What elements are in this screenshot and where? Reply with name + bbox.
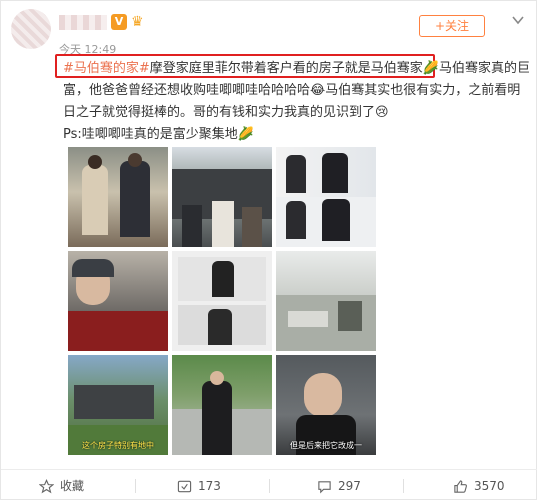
post-text: #马伯骞的家#摩登家庭里菲尔带着客户看的房子就是马伯骞家🌽马伯骞家真的巨富，他爸…	[63, 58, 533, 146]
divider	[403, 479, 404, 493]
photo-caption: 这个房子特别有地中	[82, 441, 154, 450]
comment-icon	[318, 480, 331, 493]
post-text-line1: 摩登家庭里菲尔带着客户看的房子就是马伯骞家	[149, 61, 423, 76]
thumbs-up-icon	[454, 479, 467, 493]
photo-caption: 但是后来把它改成一	[290, 441, 362, 450]
username-mosaic[interactable]	[59, 15, 107, 30]
repost-count: 173	[198, 479, 221, 493]
divider	[135, 479, 136, 493]
follow-button[interactable]: +关注	[419, 15, 485, 37]
favorite-label: 收藏	[60, 479, 85, 493]
photo-thumbnail[interactable]	[276, 147, 376, 247]
vip-badge-icon: V	[111, 14, 127, 30]
topic-link[interactable]: #马伯骞的家#	[63, 61, 150, 76]
photo-thumbnail[interactable]	[68, 251, 168, 351]
photo-thumbnail[interactable]	[172, 147, 272, 247]
photo-thumbnail[interactable]: 但是后来把它改成一	[276, 355, 376, 455]
weibo-post-card: V ♛ 今天 12:49 +关注 #马伯骞的家#摩登家庭里菲尔带着客户看的房子就…	[0, 0, 537, 500]
photo-thumbnail[interactable]	[172, 355, 272, 455]
action-bar: 收藏 173 297 3570	[1, 469, 537, 500]
photo-grid: 这个房子特别有地中 但是后来把它改成一	[68, 147, 378, 455]
comment-count: 297	[338, 479, 361, 493]
chevron-down-icon[interactable]	[511, 13, 525, 27]
emoji-corn-icon: 🌽	[237, 127, 254, 142]
photo-thumbnail[interactable]	[68, 147, 168, 247]
like-count: 3570	[474, 479, 505, 493]
avatar[interactable]	[11, 9, 51, 49]
comment-button[interactable]: 297	[317, 470, 361, 500]
emoji-laugh-icon: 😂	[310, 83, 326, 98]
emoji-corn-icon: 🌽	[422, 61, 439, 76]
emoji-cry-icon: 😢	[375, 105, 389, 120]
favorite-button[interactable]: 收藏	[39, 470, 84, 500]
like-button[interactable]: 3570	[453, 470, 505, 500]
photo-thumbnail[interactable]: 这个房子特别有地中	[68, 355, 168, 455]
star-icon	[39, 478, 54, 493]
photo-thumbnail[interactable]	[276, 251, 376, 351]
repost-icon	[177, 480, 192, 492]
crown-icon: ♛	[131, 14, 144, 30]
post-text-ps: Ps:哇唧唧哇真的是富少聚集地	[63, 127, 238, 142]
divider	[269, 479, 270, 493]
repost-button[interactable]: 173	[177, 470, 221, 500]
photo-thumbnail[interactable]	[172, 251, 272, 351]
